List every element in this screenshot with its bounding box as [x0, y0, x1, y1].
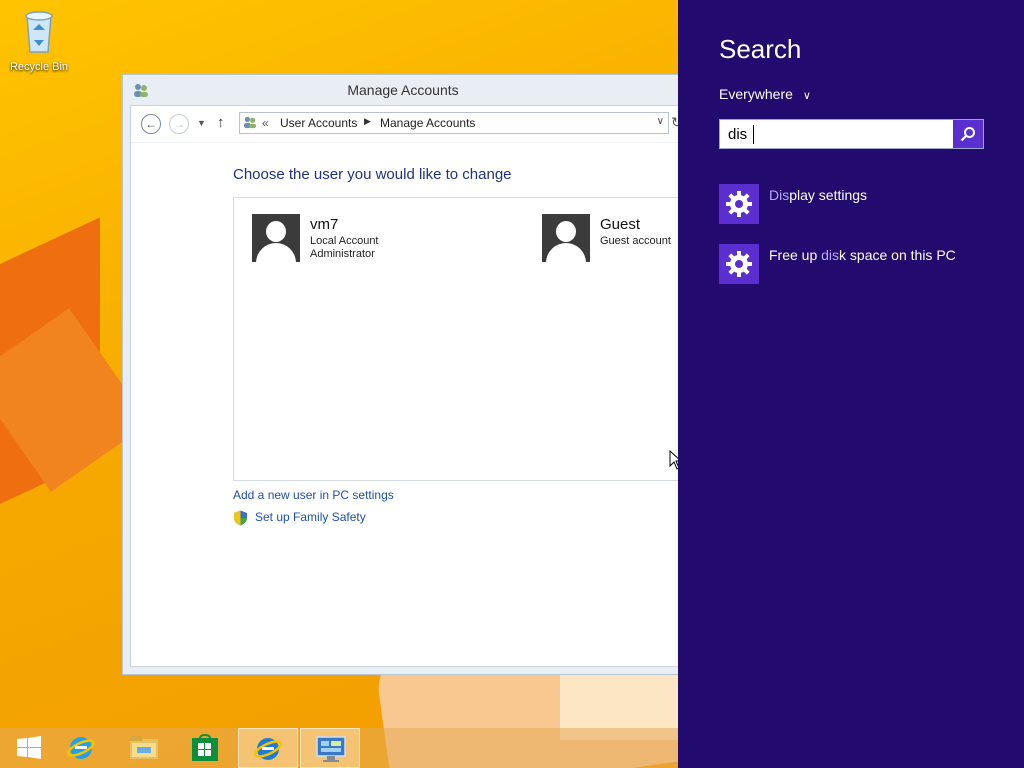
store-icon [192, 734, 218, 761]
text-caret [753, 125, 754, 144]
taskbar [0, 728, 678, 768]
window-title: Manage Accounts [347, 82, 459, 98]
add-new-user-link[interactable]: Add a new user in PC settings [233, 488, 394, 502]
search-scope-dropdown[interactable]: Everywhere ∨ [719, 86, 811, 102]
up-button[interactable]: ↑ [217, 114, 225, 131]
taskbar-control-panel[interactable] [300, 728, 360, 768]
forward-button[interactable]: → [169, 114, 189, 134]
arrow-left-icon: ← [145, 117, 157, 131]
start-icon [17, 736, 41, 759]
result-label: Free up disk space on this PC [769, 247, 956, 263]
taskbar-file-explorer[interactable] [114, 728, 174, 768]
recent-locations-dropdown[interactable]: ▼ [197, 118, 206, 128]
search-button[interactable] [953, 120, 983, 148]
avatar [542, 214, 590, 262]
desktop-icon-recycle-bin[interactable]: Recycle Bin [6, 6, 72, 73]
family-safety-link[interactable]: Set up Family Safety [255, 510, 366, 524]
manage-accounts-window: Manage Accounts ← → ▼ ↑ « User Accounts … [122, 74, 695, 675]
account-type: Local Account [310, 235, 379, 247]
page-heading: Choose the user you would like to change [233, 166, 512, 183]
address-bar[interactable]: « User Accounts ▶ Manage Accounts ∨ [239, 112, 669, 134]
search-icon [960, 127, 975, 142]
taskbar-internet-explorer-running[interactable] [238, 728, 298, 768]
file-explorer-icon [130, 736, 158, 759]
shield-icon [233, 510, 248, 531]
control-panel-icon [316, 736, 346, 762]
search-scope-label: Everywhere [719, 86, 793, 102]
window-client: ← → ▼ ↑ « User Accounts ▶ Manage Account… [130, 105, 695, 667]
chevron-down-icon: ∨ [802, 90, 811, 102]
search-input[interactable]: dis [719, 119, 984, 149]
internet-explorer-icon [253, 738, 283, 760]
taskbar-internet-explorer[interactable] [52, 728, 112, 768]
navigation-bar: ← → ▼ ↑ « User Accounts ▶ Manage Account… [131, 106, 683, 143]
recycle-bin-icon [25, 11, 53, 53]
back-button[interactable]: ← [141, 114, 161, 134]
result-label: Display settings [769, 187, 868, 203]
breadcrumb-user-accounts[interactable]: User Accounts [280, 116, 357, 130]
search-result-display-settings[interactable]: Display settings [719, 184, 1009, 224]
result-match: dis [821, 247, 840, 263]
breadcrumb-manage-accounts[interactable]: Manage Accounts [380, 116, 475, 130]
search-result-free-up-disk-space[interactable]: Free up disk space on this PC [719, 244, 1009, 284]
user-accounts-icon [243, 115, 257, 132]
breadcrumb-separator-icon[interactable]: ▶ [364, 116, 371, 127]
charm-title: Search [719, 34, 802, 64]
result-icon-tile [719, 184, 759, 224]
taskbar-store[interactable] [176, 728, 236, 768]
window-titlebar[interactable]: Manage Accounts [123, 75, 683, 105]
account-name: vm7 [310, 216, 339, 233]
account-role: Administrator [310, 248, 375, 260]
address-dropdown-button[interactable]: ∨ [657, 116, 664, 127]
internet-explorer-icon [66, 737, 96, 759]
gear-icon [726, 251, 752, 277]
desktop-icon-label: Recycle Bin [9, 61, 69, 73]
start-button[interactable] [0, 728, 60, 768]
breadcrumb-overflow[interactable]: « [262, 116, 269, 130]
search-query: dis [728, 126, 748, 143]
accounts-list: vm7 Local Account Administrator Guest Gu… [233, 197, 695, 481]
search-charm-pane: Search Everywhere ∨ dis Display settings… [678, 0, 1024, 768]
arrow-right-icon: → [173, 117, 185, 131]
avatar [252, 214, 300, 262]
result-icon-tile [719, 244, 759, 284]
gear-icon [726, 191, 752, 217]
result-match: Dis [769, 187, 790, 203]
